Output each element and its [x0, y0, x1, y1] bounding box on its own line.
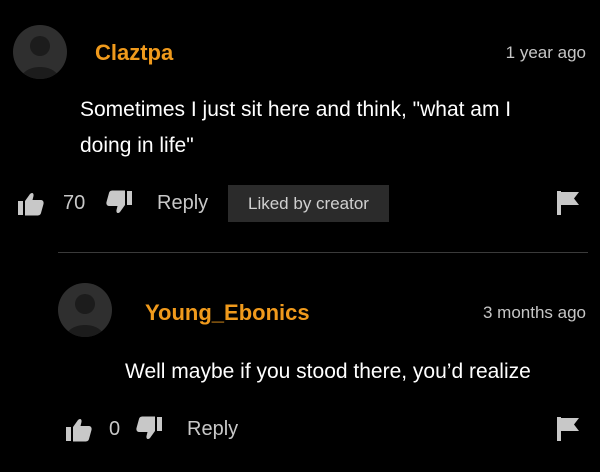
- timestamp: 3 months ago: [482, 303, 586, 322]
- thumbs-up-icon[interactable]: [66, 418, 92, 442]
- comment-actions: 0 Reply: [0, 410, 600, 450]
- user-silhouette-icon: [66, 294, 104, 337]
- flag-icon[interactable]: [557, 417, 579, 441]
- comment-reply: Young_Ebonics 3 months ago Well maybe if…: [0, 0, 600, 472]
- thumbs-down-icon[interactable]: [136, 416, 162, 440]
- comment-text: Well maybe if you stood there, you’d rea…: [125, 360, 531, 383]
- avatar[interactable]: [58, 283, 112, 337]
- like-count: 0: [109, 418, 121, 440]
- reply-button[interactable]: Reply: [187, 418, 238, 441]
- username[interactable]: Young_Ebonics: [145, 300, 310, 326]
